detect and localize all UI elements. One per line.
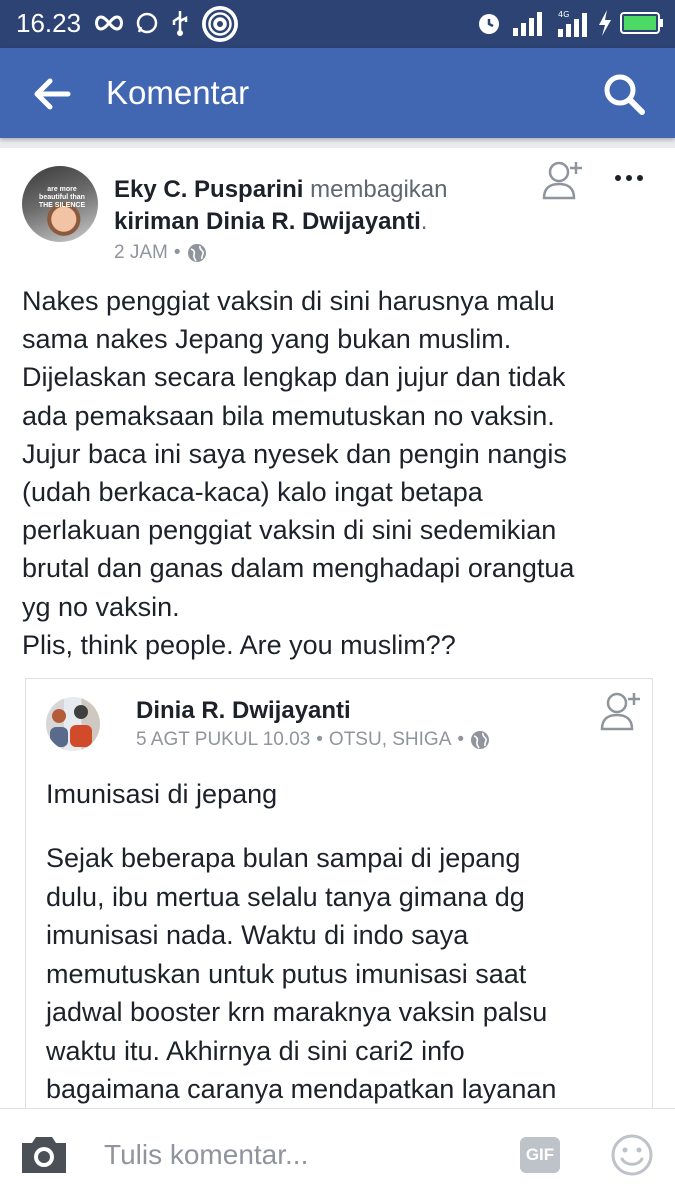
- infinity-icon: [92, 9, 126, 37]
- author-avatar[interactable]: are more beautiful than THE SILENCE: [22, 166, 98, 242]
- emoji-button[interactable]: [610, 1133, 654, 1177]
- charging-icon: [596, 9, 614, 37]
- avatar-figure: [52, 709, 66, 723]
- svg-text:4G: 4G: [558, 10, 569, 19]
- app-bar: Komentar: [0, 48, 675, 138]
- post-line: Dijelaskan secara lengkap dan jujur dan …: [22, 362, 566, 393]
- post-body: Nakes penggiat vaksin di sini harusnya m…: [22, 282, 662, 664]
- camera-icon: [22, 1137, 66, 1173]
- globe-icon: [471, 731, 490, 749]
- add-friend-icon: [600, 692, 640, 731]
- more-options-button[interactable]: [606, 162, 652, 194]
- gif-button[interactable]: GIF: [520, 1137, 560, 1173]
- shared-post-line: bagaimana caranya mendapatkan layanan: [46, 1074, 557, 1104]
- post-line: (udah berkaca-kaca) kalo ingat betapa: [22, 477, 483, 508]
- arrow-left-icon: [34, 78, 71, 110]
- share-action: membagikan: [310, 176, 448, 203]
- shared-author-avatar[interactable]: [46, 697, 100, 751]
- avatar-figure: [50, 727, 68, 747]
- back-button[interactable]: [28, 70, 76, 118]
- shared-post-location[interactable]: OTSU, SHIGA: [329, 729, 451, 751]
- shared-post-line: dulu, ibu mertua selalu tanya gimana dg: [46, 881, 525, 912]
- comment-input[interactable]: [104, 1131, 484, 1179]
- shared-author-name[interactable]: Dinia R. Dwijayanti: [136, 697, 351, 725]
- post-line: ada pemaksaan bila memutuskan no vaksin.: [22, 400, 555, 431]
- post-line: yg no vaksin.: [22, 591, 180, 622]
- avatar-figure: [70, 725, 92, 747]
- page-title: Komentar: [106, 74, 250, 111]
- post-line: brutal dan ganas dalam menghadapi orangt…: [22, 553, 575, 584]
- shared-post-meta: 5 AGT PUKUL 10.03 • OTSU, SHIGA •: [136, 729, 490, 751]
- post-header: Eky C. Pusparini membagikan kiriman Dini…: [114, 174, 534, 238]
- 4g-signal-icon: 4G: [556, 9, 592, 37]
- meta-separator: •: [316, 729, 323, 750]
- shared-from-link[interactable]: kiriman Dinia R. Dwijayanti: [114, 208, 421, 235]
- shared-post[interactable]: Dinia R. Dwijayanti 5 AGT PUKUL 10.03 • …: [25, 678, 653, 1110]
- more-dot: [637, 175, 643, 181]
- post-line: sama nakes Jepang yang bukan muslim.: [22, 324, 512, 355]
- more-dot: [615, 175, 621, 181]
- shared-post-line: waktu itu. Akhirnya di sini cari2 info: [46, 1035, 465, 1066]
- add-friend-button[interactable]: [598, 687, 646, 735]
- more-dot: [626, 175, 632, 181]
- shared-post-date[interactable]: 5 AGT PUKUL 10.03: [136, 729, 310, 751]
- alarm-icon: [476, 9, 502, 37]
- hotspot-icon: [200, 4, 240, 44]
- shared-post-line: imunisasi nada. Waktu di indo saya: [46, 920, 469, 950]
- author-name[interactable]: Eky C. Pusparini: [114, 176, 303, 203]
- add-friend-button[interactable]: [540, 156, 588, 204]
- post-line: perlakuan penggiat vaksin di sini sedemi…: [22, 515, 557, 546]
- whatsapp-icon: [134, 9, 160, 37]
- add-friend-icon: [542, 161, 582, 200]
- search-icon: [604, 74, 645, 115]
- shared-post-line: memutuskan untuk putus imunisasi saat: [46, 958, 527, 989]
- meta-separator: •: [173, 242, 181, 263]
- post-card: are more beautiful than THE SILENCE Eky …: [0, 148, 675, 1110]
- shared-post-heading: Imunisasi di jepang: [46, 779, 278, 809]
- post-line: Jujur baca ini saya nyesek dan pengin na…: [22, 438, 567, 469]
- meta-separator: •: [457, 729, 465, 750]
- shared-post-line: Sejak beberapa bulan sampai di jepang: [46, 843, 521, 873]
- smiley-icon: [611, 1134, 653, 1176]
- globe-icon: [187, 244, 206, 262]
- shared-post-line: jadwal booster krn maraknya vaksin palsu: [46, 997, 548, 1027]
- avatar-caption: are more beautiful than THE SILENCE: [38, 186, 86, 209]
- battery-icon: [620, 9, 664, 37]
- comment-composer: GIF: [0, 1108, 675, 1200]
- post-time[interactable]: 2 JAM: [114, 242, 168, 264]
- avatar-figure: [74, 705, 88, 719]
- search-button[interactable]: [600, 70, 648, 118]
- status-bar: 16.23 4G: [0, 0, 675, 48]
- camera-button[interactable]: [18, 1133, 70, 1177]
- usb-icon: [168, 9, 192, 37]
- status-time: 16.23: [16, 8, 82, 38]
- signal-icon: [510, 9, 550, 37]
- shared-post-body: Sejak beberapa bulan sampai di jepang du…: [46, 839, 636, 1109]
- post-line: Nakes penggiat vaksin di sini harusnya m…: [22, 286, 555, 316]
- post-meta: 2 JAM •: [114, 242, 207, 264]
- post-line: Plis, think people. Are you muslim??: [22, 629, 456, 660]
- header-period: .: [420, 208, 428, 235]
